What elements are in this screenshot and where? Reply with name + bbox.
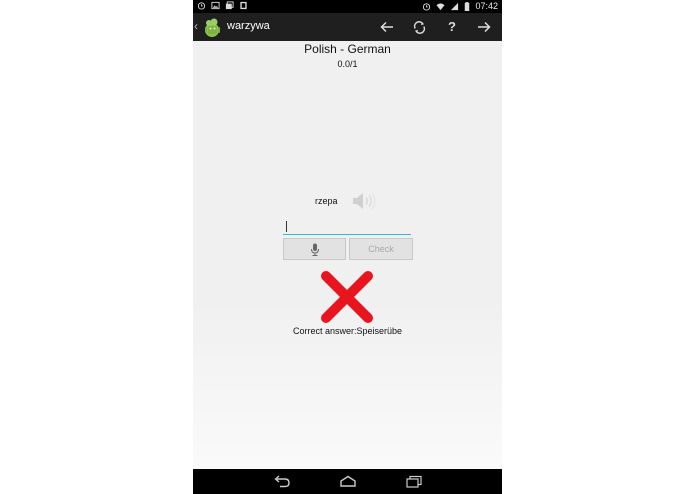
device-screen: 07:42 ‹ warzywa ? Polish - German 0.0/1 … [193,0,502,494]
navigation-bar [193,469,502,494]
question-word: rzepa [315,196,338,206]
android-app-icon[interactable] [201,16,223,38]
wifi-icon [436,3,446,11]
clock: 07:42 [475,1,498,11]
status-bar: 07:42 [193,0,502,13]
notification-icons [197,1,248,10]
speaker-icon[interactable] [351,190,379,212]
up-caret-icon[interactable]: ‹ [194,19,198,33]
battery-icon [465,2,470,11]
help-button[interactable]: ? [443,18,461,36]
gallery-icon [225,1,234,10]
back-icon[interactable] [272,475,292,488]
score-counter: 0.0/1 [337,59,358,69]
app-title: warzywa [227,20,270,32]
download-icon [240,1,247,10]
action-bar: ‹ warzywa ? [193,13,502,41]
text-cursor [286,221,287,232]
recents-icon[interactable] [404,475,424,488]
quiz-content: Polish - German 0.0/1 rzepa Check Correc… [193,41,502,469]
back-arrow-icon [380,21,393,33]
correct-answer-text: Correct answer:Speiserübe [292,326,403,336]
home-icon[interactable] [338,475,358,488]
signal-icon [451,2,459,11]
microphone-icon [310,243,319,256]
back-arrow-button[interactable] [378,18,396,36]
forward-arrow-icon [478,21,491,33]
image-icon [211,1,220,10]
refresh-icon [413,20,425,34]
language-pair-title: Polish - German [304,42,391,56]
check-button[interactable]: Check [349,238,413,260]
alarm-icon [197,2,206,10]
forward-arrow-button[interactable] [475,18,493,36]
wrong-answer-x-icon [321,271,373,323]
refresh-button[interactable] [410,18,428,36]
voice-input-button[interactable] [283,238,346,260]
alarm-icon [423,3,431,11]
answer-input[interactable] [283,217,411,235]
system-icons: 07:42 [422,1,498,12]
